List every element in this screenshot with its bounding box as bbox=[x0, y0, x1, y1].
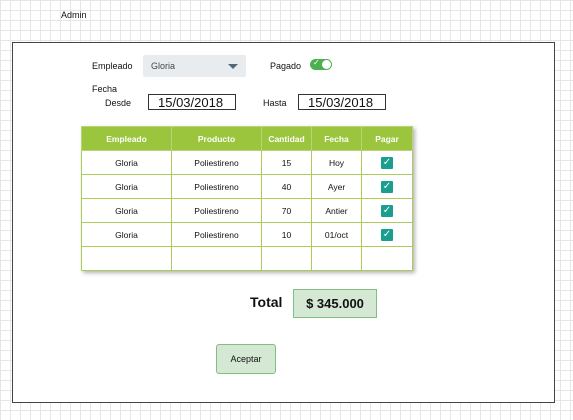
cell-pagar: ✓ bbox=[361, 150, 413, 175]
table-row: Gloria Poliestireno 40 Ayer ✓ bbox=[81, 174, 413, 199]
cell-producto: Poliestireno bbox=[171, 174, 262, 199]
cell-empleado: Gloria bbox=[81, 150, 172, 175]
desde-label: Desde bbox=[105, 98, 132, 108]
checkbox-checked-icon[interactable]: ✓ bbox=[381, 180, 393, 193]
cell-empleado: Gloria bbox=[81, 198, 172, 223]
column-header: Empleado bbox=[81, 126, 172, 151]
empleado-select[interactable]: Gloria bbox=[143, 55, 246, 77]
hasta-label: Hasta bbox=[263, 98, 287, 108]
column-header: Producto bbox=[171, 126, 262, 151]
cell-pagar: ✓ bbox=[361, 198, 413, 223]
table-row: Gloria Poliestireno 15 Hoy ✓ bbox=[81, 150, 413, 175]
cell-empleado: Gloria bbox=[81, 222, 172, 247]
table-row-empty bbox=[81, 246, 413, 271]
cell-pagar: ✓ bbox=[361, 174, 413, 199]
desde-date-input[interactable]: 15/03/2018 bbox=[148, 94, 236, 110]
pagado-toggle[interactable]: ✓ bbox=[310, 58, 332, 70]
fecha-label: Fecha bbox=[92, 84, 118, 94]
column-header: Fecha bbox=[311, 126, 362, 151]
column-header: Pagar bbox=[361, 126, 413, 151]
cell-fecha: Antier bbox=[311, 198, 362, 223]
accept-button[interactable]: Aceptar bbox=[216, 344, 276, 374]
column-header: Cantidad bbox=[261, 126, 312, 151]
toggle-knob bbox=[322, 60, 331, 69]
total-label: Total bbox=[250, 294, 283, 310]
cell-empleado: Gloria bbox=[81, 174, 172, 199]
admin-label: Admin bbox=[61, 10, 87, 20]
empleado-label: Empleado bbox=[92, 61, 133, 71]
hasta-date-input[interactable]: 15/03/2018 bbox=[298, 94, 386, 110]
pagado-label: Pagado bbox=[270, 61, 302, 71]
checkbox-checked-icon[interactable]: ✓ bbox=[381, 156, 393, 169]
orders-table: Empleado Producto Cantidad Fecha Pagar G… bbox=[81, 126, 413, 271]
cell-producto: Poliestireno bbox=[171, 150, 262, 175]
cell-producto: Poliestireno bbox=[171, 222, 262, 247]
checkbox-checked-icon[interactable]: ✓ bbox=[381, 228, 393, 241]
payment-form-panel: Empleado Gloria Pagado ✓ Fecha Desde 15/… bbox=[12, 42, 555, 403]
chevron-down-icon bbox=[228, 64, 238, 69]
check-icon: ✓ bbox=[313, 58, 320, 67]
table-row: Gloria Poliestireno 70 Antier ✓ bbox=[81, 198, 413, 223]
cell-cantidad: 15 bbox=[261, 150, 312, 175]
cell-cantidad: 10 bbox=[261, 222, 312, 247]
table-row: Gloria Poliestireno 10 01/oct ✓ bbox=[81, 222, 413, 247]
empleado-select-value: Gloria bbox=[151, 61, 176, 71]
table-header-row: Empleado Producto Cantidad Fecha Pagar bbox=[81, 126, 413, 151]
cell-fecha: Hoy bbox=[311, 150, 362, 175]
checkbox-checked-icon[interactable]: ✓ bbox=[381, 204, 393, 217]
cell-fecha: Ayer bbox=[311, 174, 362, 199]
cell-producto: Poliestireno bbox=[171, 198, 262, 223]
cell-pagar: ✓ bbox=[361, 222, 413, 247]
cell-cantidad: 40 bbox=[261, 174, 312, 199]
total-value: $ 345.000 bbox=[293, 289, 377, 318]
cell-fecha: 01/oct bbox=[311, 222, 362, 247]
cell-cantidad: 70 bbox=[261, 198, 312, 223]
